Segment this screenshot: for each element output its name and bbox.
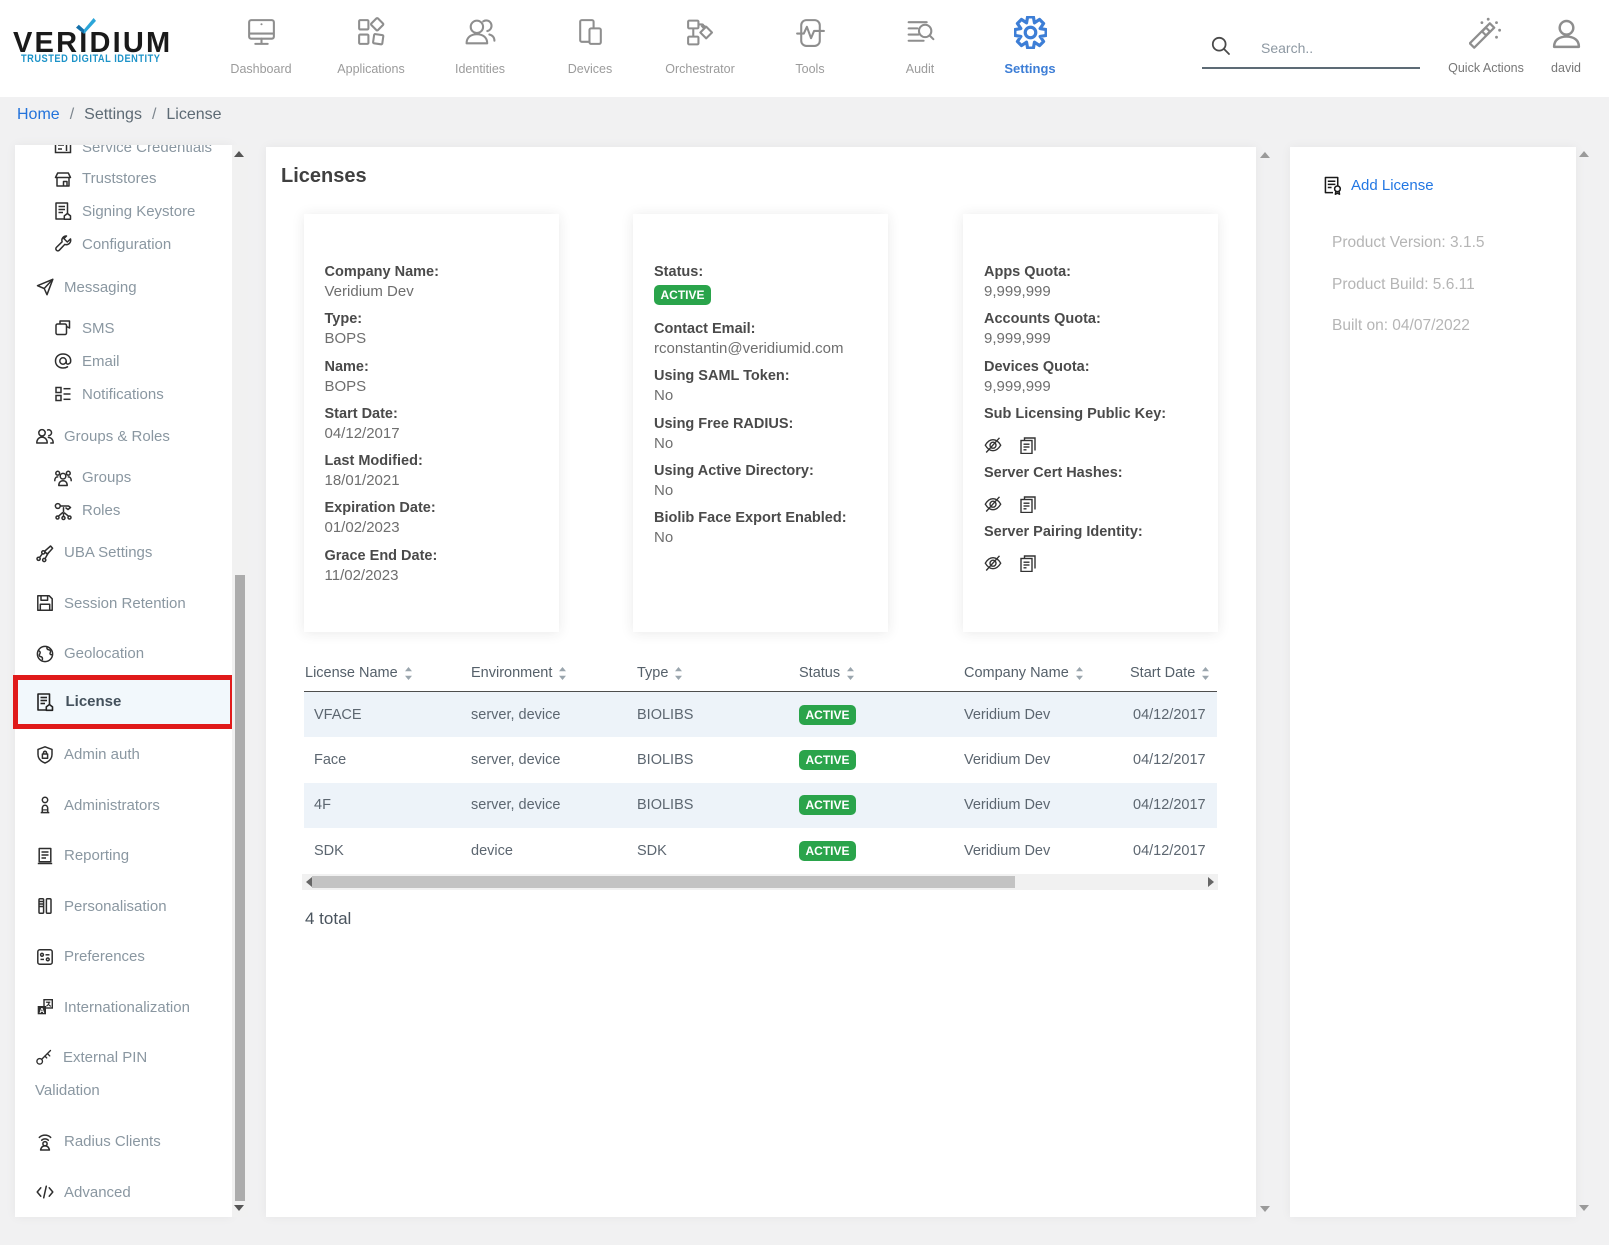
svg-text:A: A	[39, 1008, 44, 1015]
